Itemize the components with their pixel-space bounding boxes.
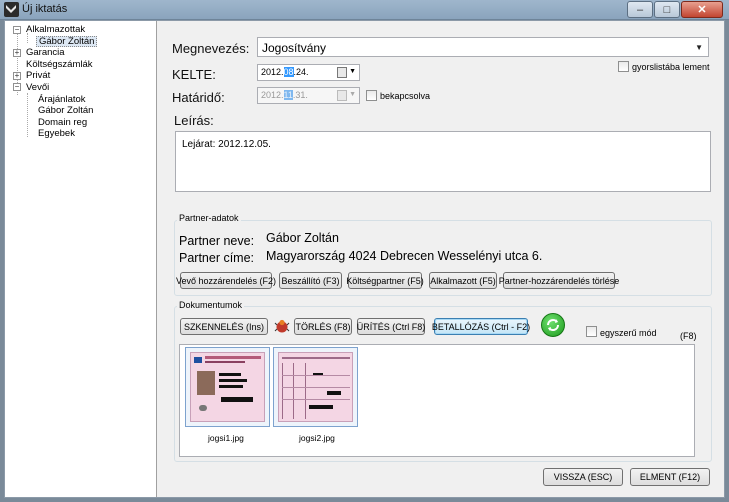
tree-item-garancia[interactable]: + Garancia [5, 47, 156, 59]
tree-item-arajanlatok[interactable]: Árajánlatok [5, 94, 156, 106]
simple-mode-label: egyszerű mód [600, 328, 657, 338]
calendar-icon[interactable] [337, 90, 347, 101]
delete-button[interactable]: TÖRLÉS (F8) [294, 318, 352, 335]
partner-group-title: Partner-adatok [177, 213, 241, 223]
tree-item-koltsegszamlak[interactable]: Költségszámlák [5, 59, 156, 71]
leiras-value: Lejárat: 2012.12.05. [182, 139, 271, 150]
gyorslista-label: gyorslistába lement [632, 62, 710, 72]
expand-icon[interactable]: + [13, 48, 21, 57]
megnevezes-value: Jogosítvány [262, 41, 327, 55]
tree-item-label: Költségszámlák [26, 58, 93, 70]
category-tree[interactable]: − Alkalmazottak Gábor Zoltán + Garancia … [5, 21, 157, 497]
megnevezes-combobox[interactable]: Jogosítvány ▼ [257, 37, 709, 57]
alkalmazott-button[interactable]: Alkalmazott (F5) [429, 272, 497, 289]
chevron-down-icon[interactable]: ▼ [349, 68, 356, 75]
kelte-date-picker[interactable]: 2012.08.24. ▼ [257, 64, 360, 81]
tree-item-label: Gábor Zoltán [38, 105, 94, 117]
clear-button[interactable]: ÜRÍTÉS (Ctrl F8) [357, 318, 425, 335]
calendar-icon[interactable] [337, 67, 347, 78]
gyorslista-checkbox[interactable] [618, 61, 629, 72]
documents-group-title: Dokumentumok [177, 300, 245, 310]
partner-name-label: Partner neve: [179, 234, 255, 248]
window-title: Új iktatás [22, 3, 68, 15]
koltsegpartner-button[interactable]: Költségpartner (F5) [346, 272, 424, 289]
partner-name-value: Gábor Zoltán [266, 231, 339, 245]
vevo-assign-button[interactable]: Vevő hozzárendelés (F2) [176, 272, 276, 289]
collapse-icon[interactable]: − [13, 25, 21, 34]
megnevezes-label: Megnevezés: [172, 41, 250, 56]
bug-icon[interactable] [274, 318, 290, 334]
tree-item-gabor-zoltan-2[interactable]: Gábor Zoltán [5, 105, 156, 117]
tree-item-egyebek[interactable]: Egyebek [5, 128, 156, 140]
bekapcsolva-checkbox[interactable] [366, 90, 377, 101]
tree-item-domain-reg[interactable]: Domain reg [5, 117, 156, 129]
partner-address-value: Magyarország 4024 Debrecen Wesselényi ut… [266, 249, 543, 263]
license-image [190, 352, 265, 422]
tree-item-vevoi[interactable]: − Vevői [5, 82, 156, 94]
tree-item-label: Gábor Zoltán [36, 35, 98, 48]
tree-item-label: Árajánlatok [38, 93, 86, 105]
tree-item-gabor-zoltan[interactable]: Gábor Zoltán [5, 35, 156, 48]
beszallito-button[interactable]: Beszállító (F3) [279, 272, 342, 289]
refresh-icon[interactable] [541, 313, 565, 337]
kelte-label: KELTE: [172, 67, 216, 82]
hatarido-label: Határidő: [172, 90, 225, 105]
tree-item-label: Egyebek [38, 128, 75, 140]
tree-item-alkalmazottak[interactable]: − Alkalmazottak [5, 24, 156, 36]
minimize-button[interactable]: – [627, 1, 653, 18]
tree-item-label: Vevői [26, 81, 50, 93]
app-icon [4, 2, 19, 17]
hatarido-date-picker[interactable]: 2012.11.31. ▼ [257, 87, 360, 104]
collapse-icon[interactable]: − [13, 83, 21, 92]
back-button[interactable]: VISSZA (ESC) [543, 468, 623, 486]
tree-item-label: Garancia [26, 47, 65, 59]
tree-item-label: Domain reg [38, 116, 88, 128]
title-bar: Új iktatás – □ ✕ [0, 0, 729, 20]
simple-mode-checkbox[interactable] [586, 326, 597, 337]
partner-address-label: Partner címe: [179, 251, 255, 265]
window-body: − Alkalmazottak Gábor Zoltán + Garancia … [4, 20, 725, 498]
chevron-down-icon[interactable]: ▼ [349, 91, 356, 98]
maximize-button[interactable]: □ [654, 1, 680, 18]
partner-clear-button[interactable]: Partner-hozzárendelés törlése [499, 272, 619, 289]
f8-hint: (F8) [680, 331, 697, 341]
leiras-textarea[interactable]: Lejárat: 2012.12.05. [175, 131, 711, 192]
document-list[interactable]: jogsi1.jpg jogsi2.jpg [179, 344, 695, 457]
document-thumbnail[interactable] [185, 347, 270, 427]
document-filename: jogsi2.jpg [299, 433, 335, 443]
document-thumbnail[interactable] [273, 347, 358, 427]
close-button[interactable]: ✕ [681, 1, 723, 18]
scan-button[interactable]: SZKENNELÉS (Ins) [180, 318, 268, 335]
leiras-label: Leírás: [174, 113, 214, 128]
tree-item-label: Alkalmazottak [26, 24, 86, 35]
tree-item-privat[interactable]: + Privát [5, 70, 156, 82]
form-panel: Megnevezés: Jogosítvány ▼ gyorslistába l… [158, 21, 724, 497]
save-button[interactable]: ELMENT (F12) [630, 468, 710, 486]
browse-button[interactable]: BETALLÓZÁS (Ctrl - F2) [432, 318, 530, 335]
license-image [278, 352, 353, 422]
document-filename: jogsi1.jpg [208, 433, 244, 443]
chevron-down-icon[interactable]: ▼ [695, 43, 703, 52]
hatarido-value: 2012.11.31. [261, 90, 308, 100]
tree-item-label: Privát [26, 70, 51, 82]
expand-icon[interactable]: + [13, 71, 21, 80]
kelte-value: 2012.08.24. [261, 67, 309, 77]
bekapcsolva-label: bekapcsolva [380, 91, 431, 101]
